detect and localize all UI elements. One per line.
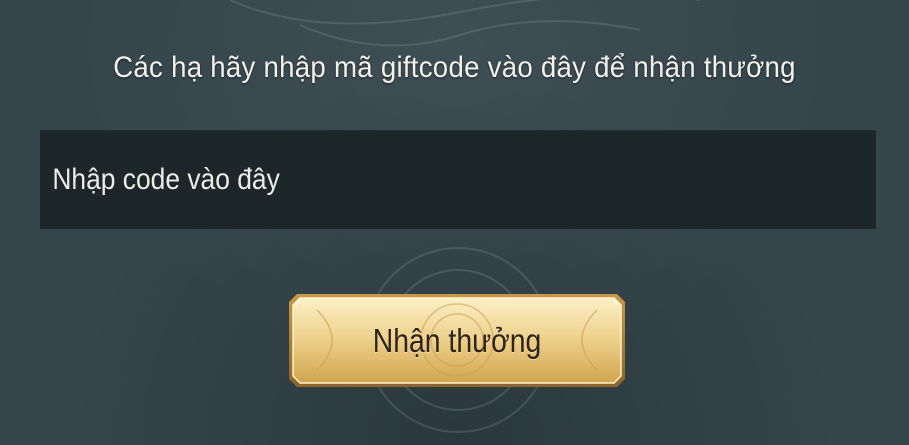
giftcode-input-box <box>40 130 876 229</box>
giftcode-input[interactable] <box>40 130 776 229</box>
giftcode-panel: Các hạ hãy nhập mã giftcode vào đây để n… <box>0 0 909 445</box>
claim-reward-label: Nhận thưởng <box>372 322 542 359</box>
giftcode-instruction-text: Các hạ hãy nhập mã giftcode vào đây để n… <box>113 51 796 84</box>
claim-reward-button[interactable]: Nhận thưởng <box>287 290 627 391</box>
